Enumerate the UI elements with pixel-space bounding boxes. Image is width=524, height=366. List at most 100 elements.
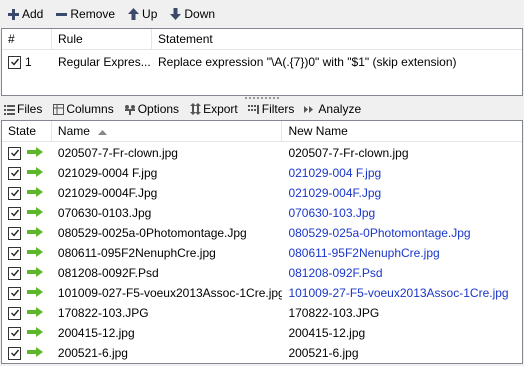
file-row[interactable]: 170822-103.JPG 170822-103.JPG xyxy=(2,303,522,323)
tab-analyze[interactable]: Analyze xyxy=(304,102,361,116)
up-button[interactable]: Up xyxy=(124,3,160,25)
tab-options[interactable]: Options xyxy=(124,102,179,116)
file-new-name: 081208-092F.Psd xyxy=(288,266,383,280)
file-row[interactable]: 021029-0004F.Jpg 021029-004F.Jpg xyxy=(2,183,522,203)
files-header: State Name New Name xyxy=(2,121,522,142)
green-arrow-icon xyxy=(27,266,43,280)
tab-options-label: Options xyxy=(137,102,180,116)
tab-filters-label: Filters xyxy=(261,102,295,116)
green-arrow-icon xyxy=(27,306,43,320)
checkmark-icon xyxy=(10,209,19,217)
file-row[interactable]: 021029-0004 F.jpg 021029-004 F.jpg xyxy=(2,163,522,183)
minus-icon xyxy=(55,8,67,20)
file-checkbox[interactable] xyxy=(8,186,21,200)
tab-filters[interactable]: Filters xyxy=(247,102,295,116)
file-row[interactable]: 200415-12.jpg 200415-12.jpg xyxy=(2,323,522,343)
file-state-cell xyxy=(2,226,52,240)
file-name: 200415-12.jpg xyxy=(57,326,135,340)
files-icon xyxy=(3,103,15,115)
green-arrow-icon xyxy=(27,246,43,260)
arrow-down-icon xyxy=(169,8,181,20)
checkmark-icon xyxy=(10,309,19,317)
file-state-cell xyxy=(2,166,52,180)
file-state-cell xyxy=(2,326,52,340)
file-name: 081208-0092F.Psd xyxy=(57,266,159,280)
rule-number: 1 xyxy=(25,55,32,69)
file-checkbox[interactable] xyxy=(8,146,21,160)
file-checkbox[interactable] xyxy=(8,326,21,340)
file-name: 070630-0103.Jpg xyxy=(57,206,152,220)
filters-icon xyxy=(247,103,260,115)
file-checkbox[interactable] xyxy=(8,166,21,180)
file-row[interactable]: 070630-0103.Jpg 070630-103.Jpg xyxy=(2,203,522,223)
file-checkbox[interactable] xyxy=(8,246,21,260)
sort-ascending-icon xyxy=(97,124,107,138)
file-row[interactable]: 200521-6.jpg 200521-6.jpg xyxy=(2,343,522,363)
file-state-cell xyxy=(2,266,52,280)
checkmark-icon xyxy=(10,58,19,66)
file-list: 020507-7-Fr-clown.jpg 020507-7-Fr-clown.j… xyxy=(2,142,522,363)
green-arrow-icon xyxy=(27,226,43,240)
bottom-tabs: Files Columns Options Export Filters Ana… xyxy=(0,99,524,119)
plus-icon xyxy=(7,8,19,20)
column-header-state[interactable]: State xyxy=(2,121,52,141)
rule-num-cell: 1 xyxy=(2,55,52,69)
file-new-name: 170822-103.JPG xyxy=(288,306,380,320)
rule-checkbox[interactable] xyxy=(8,55,21,69)
file-checkbox[interactable] xyxy=(8,206,21,220)
checkmark-icon xyxy=(10,149,19,157)
down-button[interactable]: Down xyxy=(166,3,218,25)
rule-statement: Replace expression "\A(.{7})0" with "$1"… xyxy=(158,55,457,69)
tab-columns[interactable]: Columns xyxy=(52,102,114,116)
file-row[interactable]: 080611-095F2NenuphCre.jpg 080611-95F2Nenu… xyxy=(2,243,522,263)
column-header-statement[interactable]: Statement xyxy=(152,29,522,49)
column-header-name-label: Name xyxy=(57,124,90,138)
green-arrow-icon xyxy=(27,186,43,200)
green-arrow-icon xyxy=(27,346,43,360)
file-name: 021029-0004 F.jpg xyxy=(57,166,158,180)
rules-table: # Rule Statement 1 Regular Expres... Rep… xyxy=(1,28,523,96)
file-row[interactable]: 081208-0092F.Psd 081208-092F.Psd xyxy=(2,263,522,283)
file-checkbox[interactable] xyxy=(8,306,21,320)
file-row[interactable]: 080529-0025a-0Photomontage.Jpg 080529-025… xyxy=(2,223,522,243)
file-row[interactable]: 020507-7-Fr-clown.jpg 020507-7-Fr-clown.j… xyxy=(2,143,522,163)
green-arrow-icon xyxy=(27,286,43,300)
file-checkbox[interactable] xyxy=(8,266,21,280)
remove-button[interactable]: Remove xyxy=(52,3,118,25)
files-table: State Name New Name 020507-7-Fr-clown.jp… xyxy=(1,120,523,364)
export-icon xyxy=(189,103,201,115)
remove-label: Remove xyxy=(70,7,116,21)
rule-name: Regular Expres... xyxy=(58,55,151,69)
column-header-name[interactable]: Name xyxy=(52,121,283,141)
green-arrow-icon xyxy=(27,166,43,180)
checkmark-icon xyxy=(10,289,19,297)
down-label: Down xyxy=(184,7,216,21)
green-arrow-icon xyxy=(27,326,43,340)
column-header-rule[interactable]: Rule xyxy=(52,29,152,49)
add-button[interactable]: Add xyxy=(4,3,46,25)
tab-export-label: Export xyxy=(203,102,238,116)
file-checkbox[interactable] xyxy=(8,346,21,360)
checkmark-icon xyxy=(10,269,19,277)
columns-icon xyxy=(52,103,64,115)
rule-row[interactable]: 1 Regular Expres... Replace expression "… xyxy=(2,51,522,73)
column-header-new-name[interactable]: New Name xyxy=(282,121,522,141)
file-new-name: 200521-6.jpg xyxy=(288,346,359,360)
rules-header: # Rule Statement xyxy=(2,29,522,50)
up-label: Up xyxy=(142,7,158,21)
file-state-cell xyxy=(2,146,52,160)
green-arrow-icon xyxy=(27,146,43,160)
column-header-num[interactable]: # xyxy=(2,29,52,49)
tab-columns-label: Columns xyxy=(66,102,114,116)
file-new-name: 101009-27-F5-voeux2013Assoc-1Cre.jpg xyxy=(288,286,509,300)
file-checkbox[interactable] xyxy=(8,226,21,240)
checkmark-icon xyxy=(10,229,19,237)
tab-export[interactable]: Export xyxy=(189,102,238,116)
file-new-name: 021029-004F.Jpg xyxy=(288,186,382,200)
checkmark-icon xyxy=(10,249,19,257)
file-row[interactable]: 101009-027-F5-voeux2013Assoc-1Cre.jpg 101… xyxy=(2,283,522,303)
checkmark-icon xyxy=(10,349,19,357)
tab-files[interactable]: Files xyxy=(3,102,42,116)
file-checkbox[interactable] xyxy=(8,286,21,300)
rules-toolbar: Add Remove Up Down xyxy=(0,0,524,28)
